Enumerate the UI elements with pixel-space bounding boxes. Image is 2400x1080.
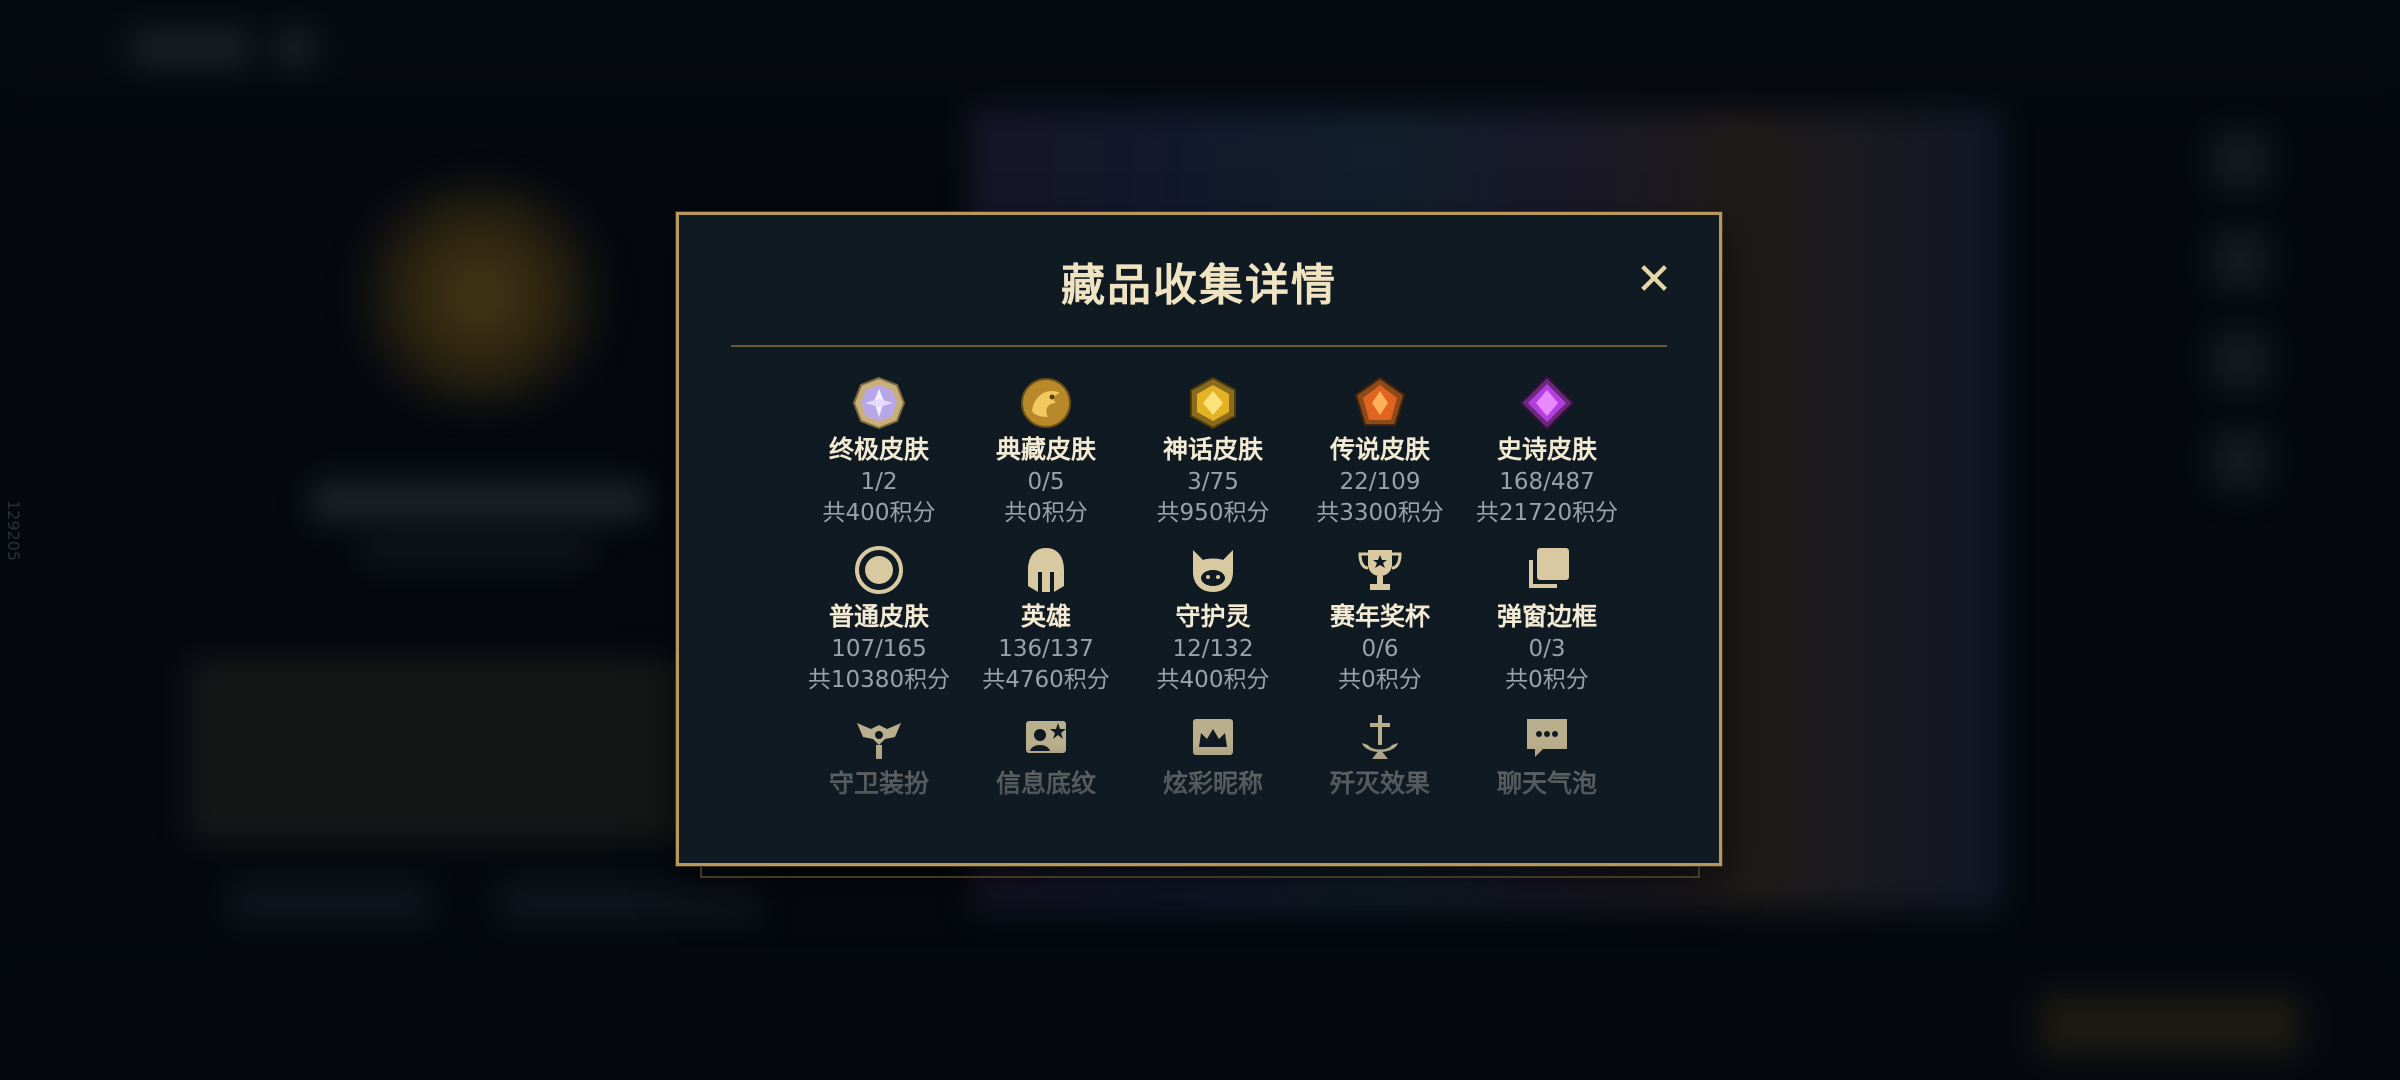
legendary-skin-gem-icon bbox=[1354, 376, 1406, 426]
collection-item-mythic-skin[interactable]: 神话皮肤 3/75 共950积分 bbox=[1123, 375, 1303, 529]
collection-item-prestige-skin[interactable]: 典藏皮肤 0/5 共0积分 bbox=[956, 375, 1136, 529]
collection-item-champion[interactable]: 英雄 136/137 共4760积分 bbox=[956, 542, 1136, 696]
item-name: 聊天气泡 bbox=[1496, 769, 1597, 798]
item-points: 共400积分 bbox=[1156, 667, 1270, 693]
title-divider bbox=[731, 345, 1667, 347]
item-name: 传说皮肤 bbox=[1329, 435, 1430, 464]
item-name: 终极皮肤 bbox=[828, 435, 929, 464]
item-count: 12/132 bbox=[1172, 636, 1254, 662]
item-count: 1/2 bbox=[860, 469, 898, 495]
collection-item-normal-skin[interactable]: 普通皮肤 107/165 共10380积分 bbox=[789, 542, 969, 696]
item-points: 共21720积分 bbox=[1475, 500, 1619, 526]
item-name: 英雄 bbox=[1020, 602, 1071, 631]
item-count: 22/109 bbox=[1339, 469, 1421, 495]
item-points: 共0积分 bbox=[1338, 667, 1422, 693]
popup-frame-icon bbox=[1529, 548, 1569, 588]
item-count: 107/165 bbox=[831, 636, 927, 662]
item-name: 典藏皮肤 bbox=[995, 435, 1096, 464]
prestige-skin-dragon-icon bbox=[1021, 378, 1071, 428]
item-count: 0/3 bbox=[1528, 636, 1566, 662]
item-name: 守卫装扮 bbox=[828, 769, 929, 798]
collection-details-dialog: 藏品收集详情 ✕ 终极皮肤 1/2 共400积分 典藏皮肤 0/5 共0积分 神… bbox=[676, 212, 1722, 866]
collection-item-guardian[interactable]: 守护灵 12/132 共400积分 bbox=[1123, 542, 1303, 696]
info-card-icon bbox=[1026, 721, 1066, 753]
close-button[interactable]: ✕ bbox=[1631, 257, 1677, 303]
item-name: 弹窗边框 bbox=[1496, 602, 1597, 631]
item-count: 168/487 bbox=[1499, 469, 1595, 495]
colorful-nickname-icon bbox=[1193, 719, 1233, 755]
item-count: 0/5 bbox=[1027, 469, 1065, 495]
item-name: 信息底纹 bbox=[995, 769, 1096, 798]
item-points: 共0积分 bbox=[1004, 500, 1088, 526]
collection-item-season-trophy[interactable]: 赛年奖杯 0/6 共0积分 bbox=[1290, 542, 1470, 696]
collection-item-ward-skin[interactable]: 守卫装扮 bbox=[789, 709, 969, 801]
item-name: 普通皮肤 bbox=[828, 602, 929, 631]
item-count: 136/137 bbox=[998, 636, 1094, 662]
item-points: 共10380积分 bbox=[807, 667, 951, 693]
champion-helmet-icon bbox=[1028, 548, 1064, 592]
item-points: 共0积分 bbox=[1505, 667, 1589, 693]
item-count: 3/75 bbox=[1187, 469, 1239, 495]
collection-item-chat-bubble[interactable]: 聊天气泡 bbox=[1457, 709, 1637, 801]
item-points: 共4760积分 bbox=[982, 667, 1110, 693]
item-points: 共950积分 bbox=[1156, 500, 1270, 526]
item-points: 共3300积分 bbox=[1316, 500, 1444, 526]
dialog-title: 藏品收集详情 bbox=[1061, 260, 1337, 311]
mythic-skin-gem-icon bbox=[1190, 376, 1236, 430]
ultimate-skin-gem-icon bbox=[852, 376, 906, 430]
item-name: 史诗皮肤 bbox=[1496, 435, 1597, 464]
item-name: 守护灵 bbox=[1175, 602, 1251, 631]
item-count: 0/6 bbox=[1361, 636, 1399, 662]
collection-item-ultimate-skin[interactable]: 终极皮肤 1/2 共400积分 bbox=[789, 375, 969, 529]
dialog-footer-frame bbox=[700, 866, 1700, 878]
collection-item-legendary-skin[interactable]: 传说皮肤 22/109 共3300积分 bbox=[1290, 375, 1470, 529]
epic-skin-gem-icon bbox=[1519, 375, 1575, 431]
item-points: 共400积分 bbox=[822, 500, 936, 526]
collection-item-info-card[interactable]: 信息底纹 bbox=[956, 709, 1136, 801]
item-name: 赛年奖杯 bbox=[1329, 602, 1430, 631]
annihilation-effect-icon bbox=[1362, 715, 1398, 759]
collection-item-popup-frame[interactable]: 弹窗边框 0/3 共0积分 bbox=[1457, 542, 1637, 696]
trophy-icon bbox=[1358, 550, 1402, 590]
normal-skin-ring-icon bbox=[855, 546, 903, 594]
collection-item-annihilation-effect[interactable]: 歼灭效果 bbox=[1290, 709, 1470, 801]
chat-bubble-icon bbox=[1527, 719, 1567, 757]
item-name: 炫彩昵称 bbox=[1162, 769, 1263, 798]
item-name: 神话皮肤 bbox=[1162, 435, 1263, 464]
ward-skin-icon bbox=[857, 723, 901, 759]
collection-item-epic-skin[interactable]: 史诗皮肤 168/487 共21720积分 bbox=[1457, 375, 1637, 529]
collection-item-colorful-nickname[interactable]: 炫彩昵称 bbox=[1123, 709, 1303, 801]
guardian-spirit-icon bbox=[1193, 550, 1233, 592]
item-name: 歼灭效果 bbox=[1329, 769, 1430, 798]
